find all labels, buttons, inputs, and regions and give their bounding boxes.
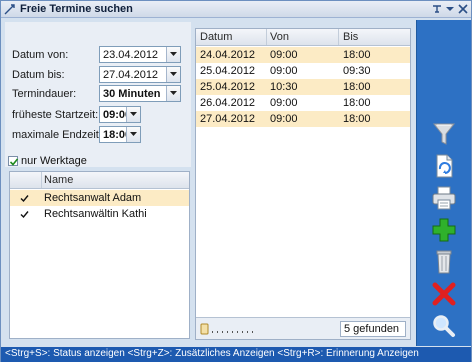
endzeit-label: maximale Endzeit: xyxy=(12,129,102,141)
datum-von-label: Datum von: xyxy=(12,49,69,61)
von-cell: 10:30 xyxy=(270,81,298,93)
endzeit-select[interactable]: 18:00 xyxy=(99,126,141,143)
search-icon[interactable] xyxy=(429,312,459,340)
results-footer: 5 gefunden xyxy=(196,317,410,339)
window-title: Freie Termine suchen xyxy=(20,3,133,15)
results-table: Datum Von Bis 24.04.2012 09:00 18:00 25.… xyxy=(195,28,411,340)
window: Freie Termine suchen Datum von: 23.04.20… xyxy=(0,0,472,362)
datum-column-header[interactable]: Datum xyxy=(200,31,232,43)
pin-icon[interactable] xyxy=(432,4,442,14)
search-form: Datum von: 23.04.2012 Datum bis: 27.04.2… xyxy=(5,22,191,167)
names-list: Name Rechtsanwalt Adam Rechtsanwältin Ka… xyxy=(9,171,190,339)
list-item-name: Rechtsanwältin Kathi xyxy=(44,208,147,220)
results-header: Datum Von Bis xyxy=(196,29,410,46)
table-row[interactable]: 25.04.2012 09:00 09:30 xyxy=(196,63,410,79)
datum-cell: 27.04.2012 xyxy=(200,113,256,125)
column-divider[interactable] xyxy=(338,29,339,45)
table-row[interactable]: 25.04.2012 10:30 18:00 xyxy=(196,79,410,95)
trash-icon[interactable] xyxy=(429,248,459,276)
datum-bis-field[interactable]: 27.04.2012 xyxy=(99,66,181,83)
table-row[interactable]: 24.04.2012 09:00 18:00 xyxy=(196,47,410,63)
bis-cell: 18:00 xyxy=(343,113,371,125)
bis-cell: 18:00 xyxy=(343,49,371,61)
names-list-header: Name xyxy=(10,172,189,189)
von-cell: 09:00 xyxy=(270,49,298,61)
close-icon[interactable] xyxy=(458,4,468,14)
checkbox-column-header[interactable] xyxy=(10,172,42,188)
bis-cell: 09:30 xyxy=(343,65,371,77)
werktage-label: nur Werktage xyxy=(21,155,87,167)
zoom-slider[interactable] xyxy=(200,322,258,336)
action-toolbar xyxy=(416,20,471,346)
title-bar: Freie Termine suchen xyxy=(1,1,471,18)
column-divider[interactable] xyxy=(266,29,267,45)
startzeit-select[interactable]: 09:00 xyxy=(99,106,141,123)
list-item-name: Rechtsanwalt Adam xyxy=(44,192,142,204)
endzeit-dropdown[interactable] xyxy=(126,127,140,142)
check-icon[interactable] xyxy=(20,194,29,206)
datum-cell: 24.04.2012 xyxy=(200,49,256,61)
list-item[interactable]: Rechtsanwalt Adam xyxy=(10,190,189,206)
add-icon[interactable] xyxy=(429,216,459,244)
name-column-header[interactable]: Name xyxy=(44,174,73,186)
delete-icon[interactable] xyxy=(429,280,459,308)
termindauer-label: Termindauer: xyxy=(12,88,77,100)
termindauer-value: 30 Minuten xyxy=(103,88,161,100)
von-cell: 09:00 xyxy=(270,97,298,109)
status-bar: <Strg+S>: Status anzeigen <Strg+Z>: Zusä… xyxy=(1,347,471,362)
printer-icon[interactable] xyxy=(429,184,459,212)
filter-icon[interactable] xyxy=(429,120,459,148)
datum-bis-value: 27.04.2012 xyxy=(103,69,159,81)
bis-cell: 18:00 xyxy=(343,81,371,93)
table-row[interactable]: 27.04.2012 09:00 18:00 xyxy=(196,111,410,127)
von-column-header[interactable]: Von xyxy=(270,31,289,43)
datum-bis-dropdown[interactable] xyxy=(166,67,180,82)
datum-von-value: 23.04.2012 xyxy=(103,49,159,61)
bis-cell: 18:00 xyxy=(343,97,371,109)
table-row[interactable]: 26.04.2012 09:00 18:00 xyxy=(196,95,410,111)
app-icon xyxy=(4,3,16,15)
von-cell: 09:00 xyxy=(270,65,298,77)
result-count: 5 gefunden xyxy=(340,321,406,337)
refresh-document-icon[interactable] xyxy=(429,152,459,180)
von-cell: 09:00 xyxy=(270,113,298,125)
datum-von-field[interactable]: 23.04.2012 xyxy=(99,46,181,63)
datum-cell: 25.04.2012 xyxy=(200,65,256,77)
datum-von-dropdown[interactable] xyxy=(166,47,180,62)
datum-bis-label: Datum bis: xyxy=(12,69,65,81)
check-icon[interactable] xyxy=(20,210,29,222)
datum-cell: 25.04.2012 xyxy=(200,81,256,93)
termindauer-select[interactable]: 30 Minuten xyxy=(99,85,181,102)
startzeit-label: früheste Startzeit: xyxy=(12,109,99,121)
collapse-icon[interactable] xyxy=(445,4,455,14)
list-item[interactable]: Rechtsanwältin Kathi xyxy=(10,206,189,222)
startzeit-dropdown[interactable] xyxy=(126,107,140,122)
termindauer-dropdown[interactable] xyxy=(166,86,180,101)
werktage-checkbox[interactable] xyxy=(8,156,19,166)
bis-column-header[interactable]: Bis xyxy=(343,31,358,43)
datum-cell: 26.04.2012 xyxy=(200,97,256,109)
